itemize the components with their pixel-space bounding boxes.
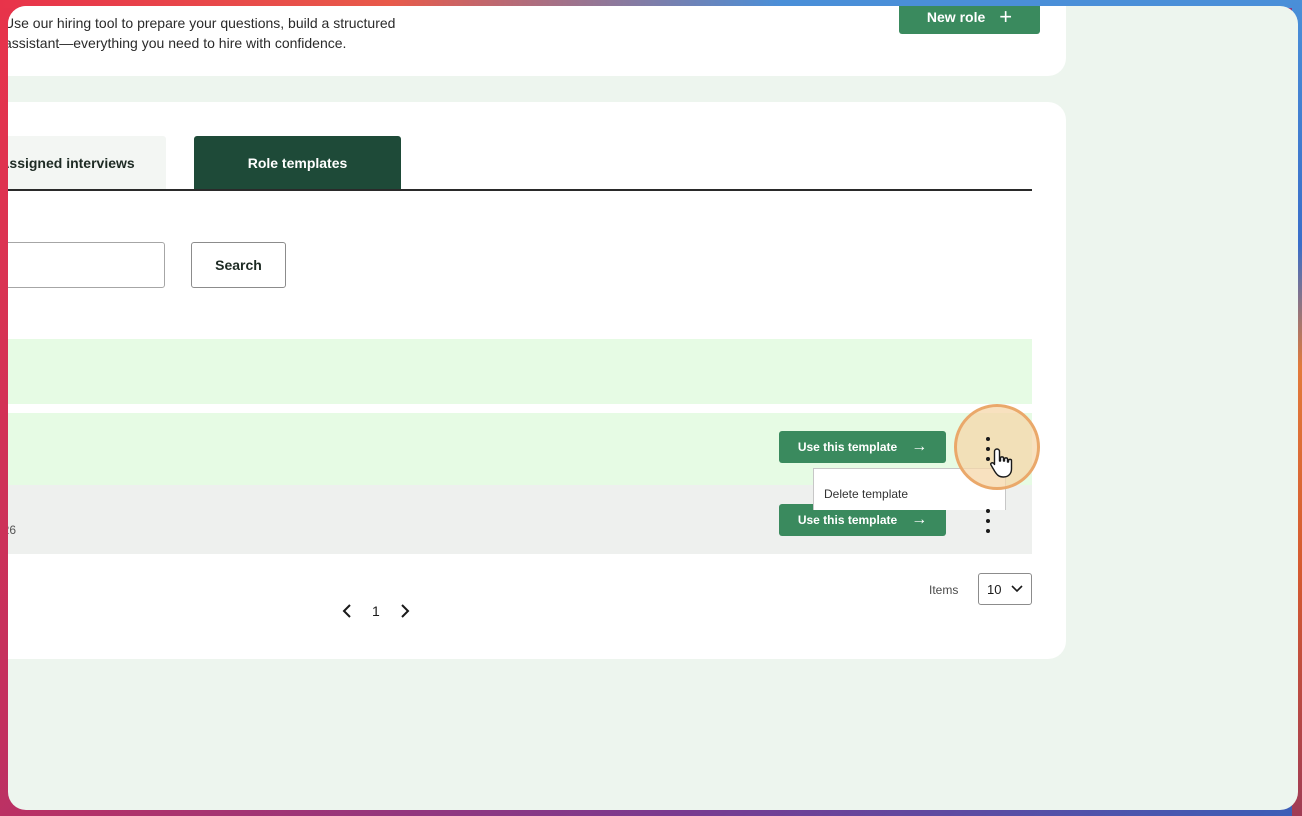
arrow-right-icon: → xyxy=(911,511,928,528)
plus-icon: + xyxy=(999,6,1013,29)
hand-cursor-icon xyxy=(990,448,1013,478)
tab-role-label: Role templates xyxy=(247,155,348,171)
tab-divider xyxy=(8,189,1032,191)
search-input[interactable] xyxy=(8,242,165,288)
items-per-page-value: 10 xyxy=(987,581,1002,597)
use-template-label: Use this template xyxy=(797,513,898,527)
arrow-right-icon: → xyxy=(911,438,928,455)
pagination: 1 xyxy=(342,603,410,619)
intro-text: Use our hiring tool to prepare your ques… xyxy=(8,13,464,53)
chevron-left-icon[interactable] xyxy=(342,603,352,619)
chevron-right-icon[interactable] xyxy=(400,603,410,619)
delete-template-menu-item[interactable]: Delete template xyxy=(824,487,908,501)
table-row[interactable] xyxy=(8,339,1032,404)
tab-assigned-interviews[interactable]: Assigned interviews xyxy=(8,136,166,190)
tab-assigned-label: Assigned interviews xyxy=(8,155,135,171)
search-button[interactable]: Search xyxy=(191,242,286,288)
app-window: Use our hiring tool to prepare your ques… xyxy=(8,6,1298,810)
use-template-button[interactable]: Use this template → xyxy=(779,431,946,463)
new-role-button[interactable]: New role + xyxy=(899,6,1040,34)
kebab-icon[interactable] xyxy=(981,509,995,533)
page-number[interactable]: 1 xyxy=(372,603,380,619)
chevron-down-icon xyxy=(1011,585,1023,593)
row-date: 026 xyxy=(8,523,17,537)
tab-role-templates[interactable]: Role templates xyxy=(194,136,401,190)
items-label: Items xyxy=(929,583,959,597)
intro-line-2: assistant—everything you need to hire wi… xyxy=(8,35,347,51)
new-role-label: New role xyxy=(926,9,986,25)
use-template-label: Use this template xyxy=(797,440,898,454)
items-per-page-select[interactable]: 10 xyxy=(978,573,1032,605)
intro-line-1: Use our hiring tool to prepare your ques… xyxy=(8,15,396,31)
